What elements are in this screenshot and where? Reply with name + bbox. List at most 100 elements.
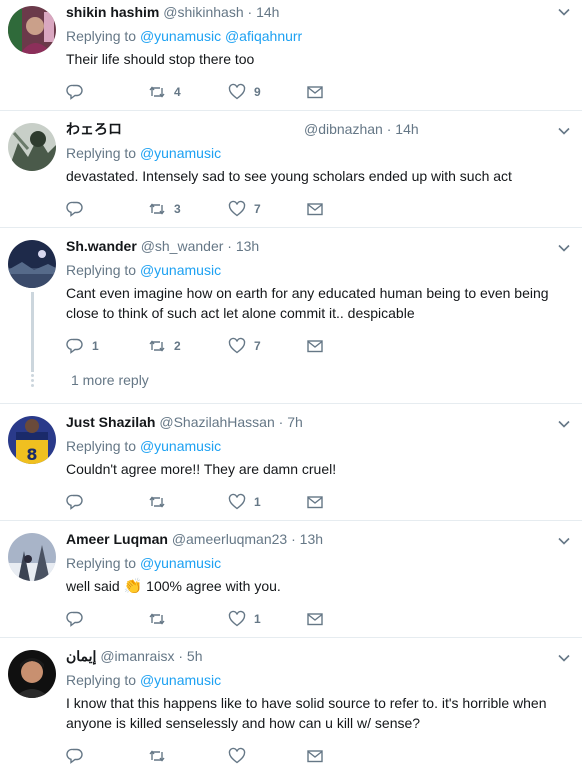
reply-button[interactable]	[66, 199, 92, 219]
replying-mentions[interactable]: @yunamusic	[140, 555, 221, 571]
username[interactable]: @ameerluqman23	[172, 531, 287, 547]
fullname[interactable]: Sh.wander	[66, 238, 137, 254]
reply-button[interactable]: 1	[66, 336, 99, 356]
timestamp[interactable]: 13h	[236, 238, 259, 254]
fullname[interactable]: shikin hashim	[66, 4, 159, 20]
tweet-imanraisx[interactable]: إيمان @imanraisx · 5h Replying to @yunam…	[0, 638, 582, 770]
tweet-actions: 1	[66, 492, 366, 512]
replying-to: Replying to @yunamusic	[66, 259, 570, 281]
like-button[interactable]	[228, 746, 254, 766]
thread-line	[31, 292, 34, 372]
retweet-count: 4	[174, 85, 181, 99]
replying-prefix: Replying to	[66, 145, 137, 161]
retweet-icon	[148, 493, 166, 511]
replying-mentions[interactable]: @yunamusic	[140, 672, 221, 688]
avatar[interactable]	[8, 533, 56, 581]
username[interactable]: @imanraisx	[100, 648, 174, 664]
tweet-ameer-luqman[interactable]: Ameer Luqman @ameerluqman23 · 13h Replyi…	[0, 521, 582, 638]
replying-to: Replying to @yunamusic @afiqahnurr	[66, 25, 570, 47]
direct-message-button[interactable]	[306, 199, 324, 219]
reply-button[interactable]	[66, 492, 92, 512]
retweet-count: 2	[174, 339, 181, 353]
show-more-replies-link[interactable]: 1 more reply	[71, 372, 149, 388]
replying-mentions[interactable]: @yunamusic	[140, 438, 221, 454]
timestamp[interactable]: 14h	[395, 121, 418, 137]
heart-icon	[228, 83, 246, 101]
direct-message-button[interactable]	[306, 746, 324, 766]
tweet-actions	[66, 746, 366, 766]
retweet-icon	[148, 610, 166, 628]
replying-mentions[interactable]: @yunamusic @afiqahnurr	[140, 28, 302, 44]
retweet-button[interactable]: 3	[148, 199, 181, 219]
tweet-text: Cant even imagine how on earth for any e…	[66, 285, 549, 321]
avatar[interactable]	[8, 123, 56, 171]
avatar[interactable]	[8, 650, 56, 698]
fullname[interactable]: わェろロ	[66, 121, 122, 137]
replying-to: Replying to @yunamusic	[66, 142, 570, 164]
like-count: 7	[254, 202, 261, 216]
reply-button[interactable]	[66, 82, 92, 102]
retweet-icon	[148, 200, 166, 218]
like-count: 7	[254, 339, 261, 353]
direct-message-button[interactable]	[306, 609, 324, 629]
timestamp[interactable]: 7h	[287, 414, 303, 430]
username[interactable]: @shikinhash	[163, 4, 243, 20]
like-button[interactable]: 1	[228, 492, 261, 512]
username[interactable]: @sh_wander	[141, 238, 224, 254]
like-button[interactable]: 7	[228, 336, 261, 356]
tweet-header: Ameer Luqman @ameerluqman23 · 13h	[66, 528, 570, 550]
avatar[interactable]: 8	[8, 416, 56, 464]
clapping-hands-emoji: 👏	[123, 578, 143, 595]
direct-message-button[interactable]	[306, 492, 324, 512]
retweet-button[interactable]	[148, 609, 174, 629]
retweet-button[interactable]: 2	[148, 336, 181, 356]
separator: ·	[178, 648, 184, 664]
tweet-just-shazilah[interactable]: 8 Just Shazilah @ShazilahHassan · 7h Rep…	[0, 404, 582, 521]
username[interactable]: @ShazilahHassan	[159, 414, 274, 430]
username[interactable]: @dibnazhan	[304, 121, 383, 137]
separator: ·	[386, 121, 392, 137]
tweet-actions: 1 2 7	[66, 336, 366, 356]
envelope-icon	[306, 610, 324, 628]
replying-mentions[interactable]: @yunamusic	[140, 145, 221, 161]
tweet-shikin-hashim[interactable]: shikin hashim @shikinhash · 14h Replying…	[0, 0, 582, 111]
tweet-actions: 4 9	[66, 82, 366, 102]
fullname[interactable]: Ameer Luqman	[66, 531, 168, 547]
retweet-button[interactable]: 4	[148, 82, 181, 102]
tweet-sh-wander[interactable]: Sh.wander @sh_wander · 13h Replying to @…	[0, 228, 582, 404]
envelope-icon	[306, 493, 324, 511]
tweet-header: Just Shazilah @ShazilahHassan · 7h	[66, 411, 570, 433]
timestamp[interactable]: 13h	[300, 531, 323, 547]
like-button[interactable]: 9	[228, 82, 261, 102]
fullname[interactable]: Just Shazilah	[66, 414, 155, 430]
like-button[interactable]: 7	[228, 199, 261, 219]
retweet-button[interactable]	[148, 492, 174, 512]
replying-to: Replying to @yunamusic	[66, 435, 570, 457]
envelope-icon	[306, 337, 324, 355]
retweet-icon	[148, 83, 166, 101]
retweet-button[interactable]	[148, 746, 174, 766]
tweet-text: Couldn't agree more!! They are damn crue…	[66, 461, 337, 477]
avatar[interactable]	[8, 240, 56, 288]
replying-mentions[interactable]: @yunamusic	[140, 262, 221, 278]
replying-prefix: Replying to	[66, 262, 137, 278]
timestamp[interactable]: 14h	[256, 4, 279, 20]
like-button[interactable]: 1	[228, 609, 261, 629]
fullname[interactable]: إيمان	[66, 648, 96, 664]
direct-message-button[interactable]	[306, 82, 324, 102]
tweet-actions: 3 7	[66, 199, 366, 219]
reply-icon	[66, 747, 84, 765]
heart-icon	[228, 493, 246, 511]
avatar[interactable]	[8, 6, 56, 54]
envelope-icon	[306, 83, 324, 101]
reply-icon	[66, 337, 84, 355]
tweet-dibnazhan[interactable]: わェろロ @dibnazhan · 14h Replying to @yunam…	[0, 111, 582, 228]
tweet-text-after: 100% agree with you.	[146, 578, 281, 594]
like-count: 1	[254, 495, 261, 509]
reply-button[interactable]	[66, 609, 92, 629]
direct-message-button[interactable]	[306, 336, 324, 356]
timestamp[interactable]: 5h	[187, 648, 203, 664]
reply-button[interactable]	[66, 746, 92, 766]
tweet-text: Their life should stop there too	[66, 51, 255, 67]
reply-count: 1	[92, 339, 99, 353]
